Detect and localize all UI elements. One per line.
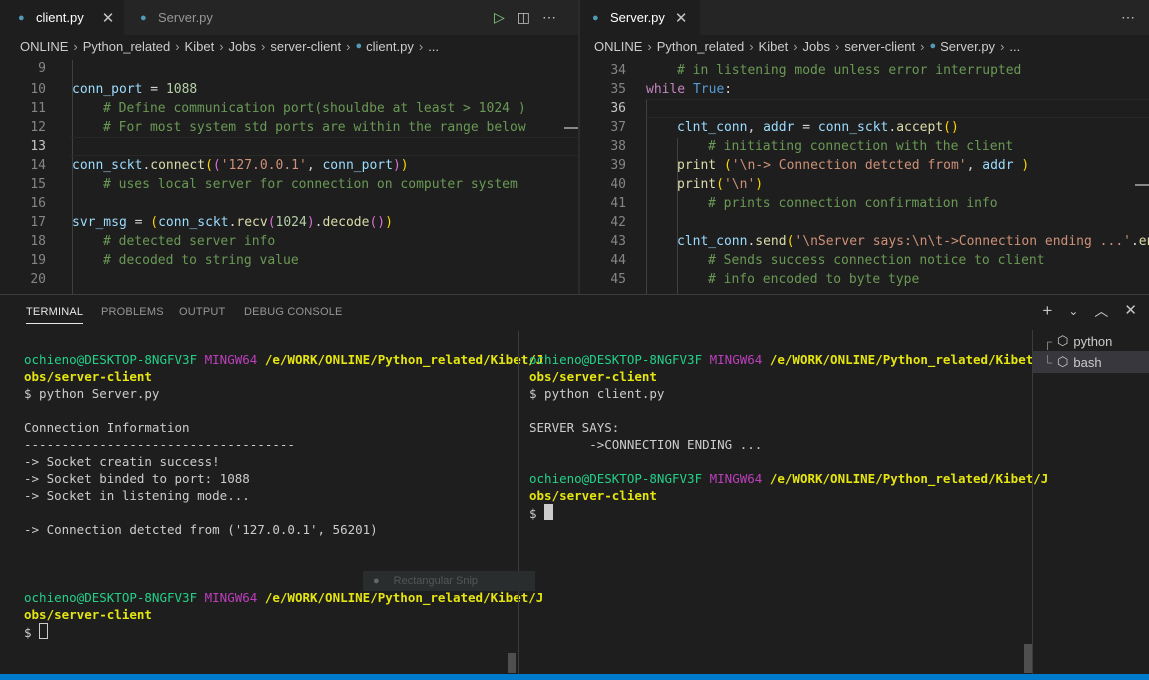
tab-label: client.py <box>36 10 84 25</box>
terminal-list-item-bash[interactable]: └ ⬡ bash <box>1033 351 1149 373</box>
breadcrumb-item[interactable]: Python_related <box>83 39 170 54</box>
close-icon[interactable]: ✕ <box>102 9 115 27</box>
editor-group-left: ● client.py ✕ ● Server.py ▷ ◫ ⋯ ONLINE › … <box>0 0 578 294</box>
tree-connector-icon: ┌ <box>1043 333 1053 349</box>
tab-server-py[interactable]: ● Server.py ✕ <box>580 0 700 35</box>
breadcrumb: ONLINE › Python_related › Kibet › Jobs › ser… <box>20 38 440 54</box>
panel-tabs: TERMINAL PROBLEMS OUTPUT DEBUG CONSOLE +… <box>0 295 1149 331</box>
breadcrumb-item[interactable]: ... <box>1009 39 1020 54</box>
split-editor-icon[interactable]: ◫ <box>517 9 530 26</box>
editor-group-right: ● Server.py ✕ ⋯ ONLINE › Python_related › … <box>580 0 1149 294</box>
tab-output[interactable]: OUTPUT <box>179 306 225 318</box>
breadcrumb-item[interactable]: server-client <box>844 39 915 54</box>
terminal-icon: ⬡ <box>1057 354 1069 369</box>
breadcrumb-item[interactable]: ONLINE <box>20 39 68 54</box>
breadcrumb-item[interactable]: Server.py <box>940 39 995 54</box>
tab-problems[interactable]: PROBLEMS <box>101 306 164 318</box>
terminal-list-item-python[interactable]: ┌ ⬡ python <box>1033 330 1149 352</box>
code-editor-right[interactable]: 34 # in listening mode unless error inter… <box>580 60 1149 294</box>
terminal-name: python <box>1073 333 1113 349</box>
terminal-name: bash <box>1073 354 1102 370</box>
breadcrumb-item[interactable]: Kibet <box>759 39 789 54</box>
editor-actions: ▷ ◫ ⋯ <box>494 0 556 35</box>
breadcrumb: ONLINE › Python_related › Kibet › Jobs › ser… <box>594 38 1021 54</box>
python-file-icon: ● <box>355 40 363 52</box>
more-actions-icon[interactable]: ⋯ <box>1121 9 1135 26</box>
tab-label: Server.py <box>610 10 665 25</box>
chevron-down-icon[interactable]: ⌄ <box>1068 301 1078 321</box>
breadcrumb-item[interactable]: ... <box>428 39 439 54</box>
tab-label: Server.py <box>158 10 213 25</box>
more-actions-icon[interactable]: ⋯ <box>542 9 556 26</box>
editor-tab-bar: ● Server.py ✕ ⋯ <box>580 0 1149 35</box>
terminal-cursor <box>544 504 554 520</box>
breadcrumb-item[interactable]: Python_related <box>657 39 744 54</box>
terminal-cursor <box>39 623 49 639</box>
close-icon[interactable]: ✕ <box>675 9 688 27</box>
bottom-panel: TERMINAL PROBLEMS OUTPUT DEBUG CONSOLE +… <box>0 294 1149 675</box>
rectangular-snip-overlay: ● Rectangular Snip <box>363 571 535 591</box>
maximize-panel-icon[interactable]: ︿ <box>1094 301 1108 321</box>
tab-debug-console[interactable]: DEBUG CONSOLE <box>244 306 343 318</box>
python-file-icon: ● <box>140 11 147 24</box>
run-icon[interactable]: ▷ <box>494 9 505 26</box>
terminal-list: ┌ ⬡ python └ ⬡ bash <box>1032 330 1149 674</box>
python-file-icon: ● <box>592 11 599 24</box>
breadcrumb-item[interactable]: Jobs <box>229 39 256 54</box>
snip-icon: ● <box>373 575 380 587</box>
status-bar <box>0 674 1149 680</box>
new-terminal-icon[interactable]: + <box>1042 301 1052 321</box>
terminal-left[interactable]: ochieno@DESKTOP-8NGFV3F MINGW64 /e/WORK/… <box>0 331 543 675</box>
panel-actions: + ⌄ ︿ ✕ <box>1042 301 1137 321</box>
terminal-right[interactable]: ochieno@DESKTOP-8NGFV3F MINGW64 /e/WORK/… <box>518 331 1048 675</box>
python-file-icon: ● <box>929 40 937 52</box>
tab-terminal[interactable]: TERMINAL <box>26 306 84 324</box>
terminal-icon: ⬡ <box>1057 333 1069 348</box>
tree-connector-icon: └ <box>1043 354 1053 370</box>
tab-client-py[interactable]: ● client.py ✕ <box>0 0 124 35</box>
tab-server-py[interactable]: ● Server.py <box>124 0 244 35</box>
breadcrumb-item[interactable]: ONLINE <box>594 39 642 54</box>
code-editor-left[interactable]: 9 10 conn_port = 1088 11 # Define communic… <box>0 60 578 294</box>
close-panel-icon[interactable]: ✕ <box>1124 301 1137 321</box>
breadcrumb-item[interactable]: Kibet <box>185 39 215 54</box>
breadcrumb-item[interactable]: client.py <box>366 39 414 54</box>
snip-label: Rectangular Snip <box>393 575 479 587</box>
python-file-icon: ● <box>18 11 25 24</box>
editor-actions: ⋯ <box>1121 0 1135 35</box>
editor-tab-bar: ● client.py ✕ ● Server.py ▷ ◫ ⋯ <box>0 0 578 35</box>
breadcrumb-item[interactable]: server-client <box>270 39 341 54</box>
breadcrumb-item[interactable]: Jobs <box>803 39 830 54</box>
